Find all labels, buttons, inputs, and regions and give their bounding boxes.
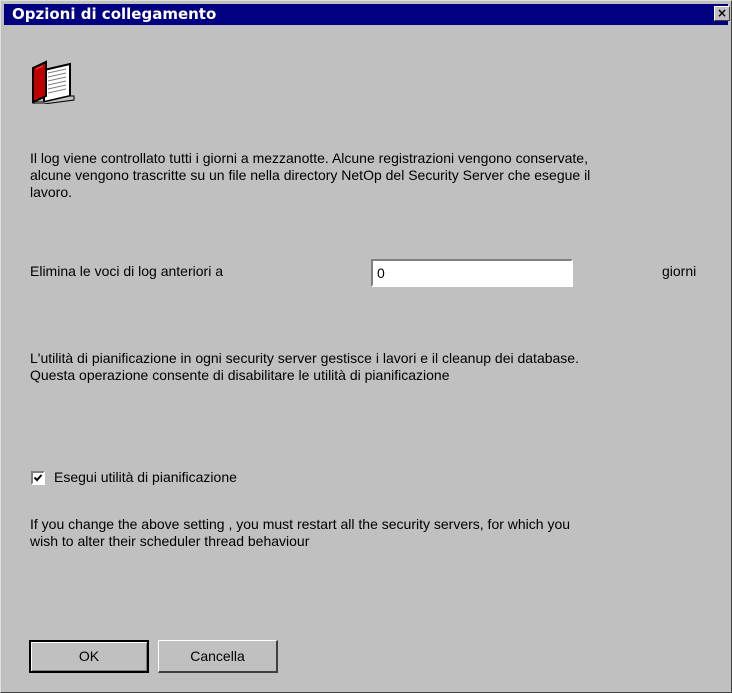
title-bar[interactable]: Opzioni di collegamento ×	[4, 4, 730, 25]
scheduler-info-text: L'utilità di pianificazione in ogni secu…	[30, 350, 579, 383]
close-icon: ×	[716, 6, 728, 20]
restart-note-text: If you change the above setting , you mu…	[30, 516, 571, 549]
days-unit-label: giorni	[662, 263, 697, 279]
dialog-title: Opzioni di collegamento	[12, 5, 217, 23]
days-input[interactable]	[371, 259, 573, 287]
close-button[interactable]: ×	[714, 6, 730, 21]
cancel-button[interactable]: Cancella	[158, 640, 278, 673]
run-scheduler-label[interactable]: Esegui utilità di pianificazione	[54, 469, 237, 486]
delete-log-label: Elimina le voci di log anteriori a	[30, 263, 223, 279]
run-scheduler-checkbox[interactable]	[31, 471, 45, 485]
book-icon	[30, 60, 76, 105]
ok-button[interactable]: OK	[29, 640, 149, 673]
checkmark-icon	[33, 474, 43, 482]
connection-options-dialog: Opzioni di collegamento × Il log viene c…	[0, 0, 732, 693]
log-info-text: Il log viene controllato tutti i giorni …	[30, 150, 591, 200]
